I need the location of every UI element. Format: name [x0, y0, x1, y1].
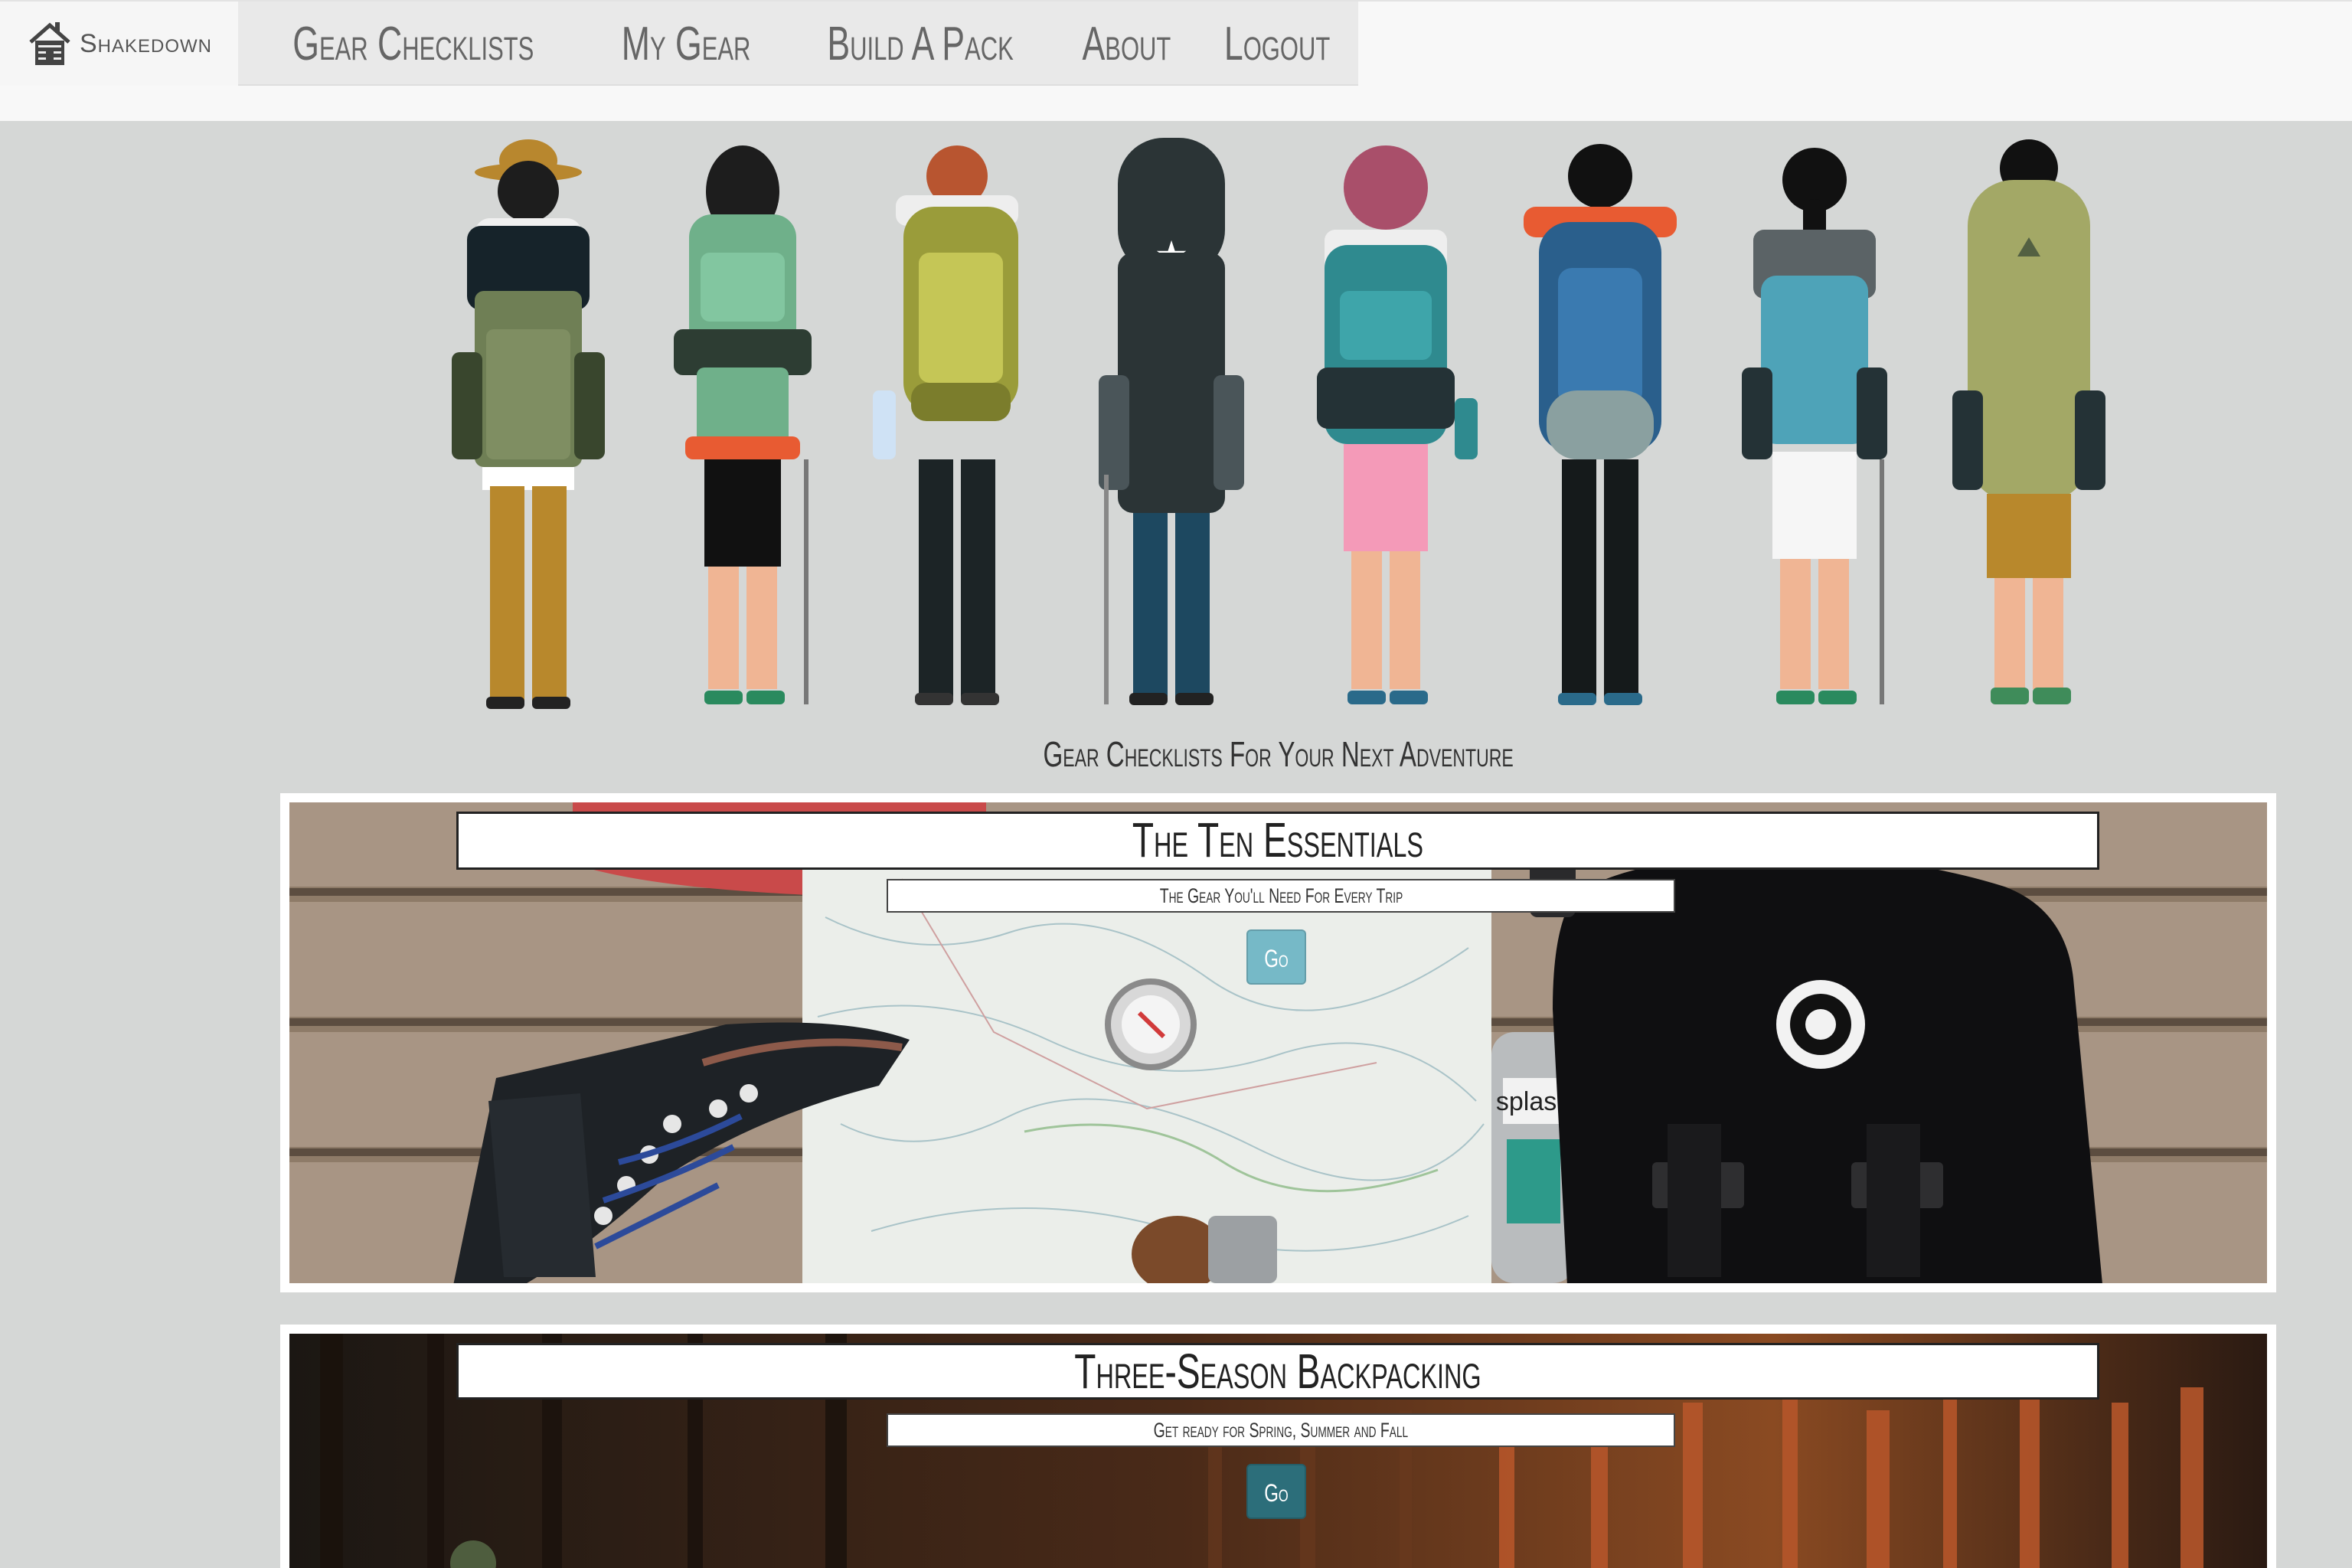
- card-subtitle: Get ready for Spring, Summer and Fall: [887, 1413, 1675, 1447]
- nav-group: Shakedown Gear Checklists My Gear Build …: [0, 2, 1358, 86]
- card-title: Three-Season Backpacking: [456, 1343, 2099, 1400]
- cabin-icon: [29, 22, 70, 65]
- hiker-1: [452, 139, 605, 709]
- checklist-card-three-season[interactable]: Three-Season Backpacking Get ready for S…: [280, 1325, 2276, 1568]
- hiker-7: [1742, 148, 1887, 704]
- card-image: splash The Ten Essentials The Gear You'l…: [289, 802, 2267, 1283]
- go-button[interactable]: Go: [1246, 1464, 1306, 1519]
- backpackers-illustration: ★: [452, 138, 2105, 709]
- hiker-3: [873, 145, 1018, 705]
- navbar-strip: [0, 86, 2352, 121]
- card-subtitle: The Gear You'll Need For Every Trip: [887, 879, 1675, 913]
- top-navbar: Shakedown Gear Checklists My Gear Build …: [0, 0, 2352, 121]
- hiker-5: [1317, 145, 1478, 704]
- card-title: The Ten Essentials: [456, 812, 2099, 870]
- go-button[interactable]: Go: [1246, 929, 1306, 985]
- brand-label: Shakedown: [80, 28, 213, 58]
- hiker-8: [1952, 139, 2105, 704]
- page-tagline: Gear Checklists For Your Next Adventure: [1043, 734, 1514, 774]
- nav-logout[interactable]: Logout: [1207, 2, 1348, 86]
- gear-flatlay-photo: splash: [289, 802, 2267, 1283]
- nav-build-a-pack[interactable]: Build A Pack: [809, 2, 1031, 86]
- hero-illustration: ★: [413, 138, 2159, 712]
- nav-gear-checklists[interactable]: Gear Checklists: [275, 2, 551, 86]
- hiker-2: [674, 145, 812, 704]
- hiker-4: ★: [1099, 138, 1244, 705]
- hiker-6: [1524, 144, 1677, 705]
- card-image: Three-Season Backpacking Get ready for S…: [289, 1334, 2267, 1568]
- nav-about[interactable]: About: [1064, 2, 1188, 86]
- brand-link[interactable]: Shakedown: [0, 2, 239, 86]
- nav-my-gear[interactable]: My Gear: [603, 2, 768, 86]
- checklist-card-ten-essentials[interactable]: splash The Ten Essentials The Gear You'l…: [280, 793, 2276, 1292]
